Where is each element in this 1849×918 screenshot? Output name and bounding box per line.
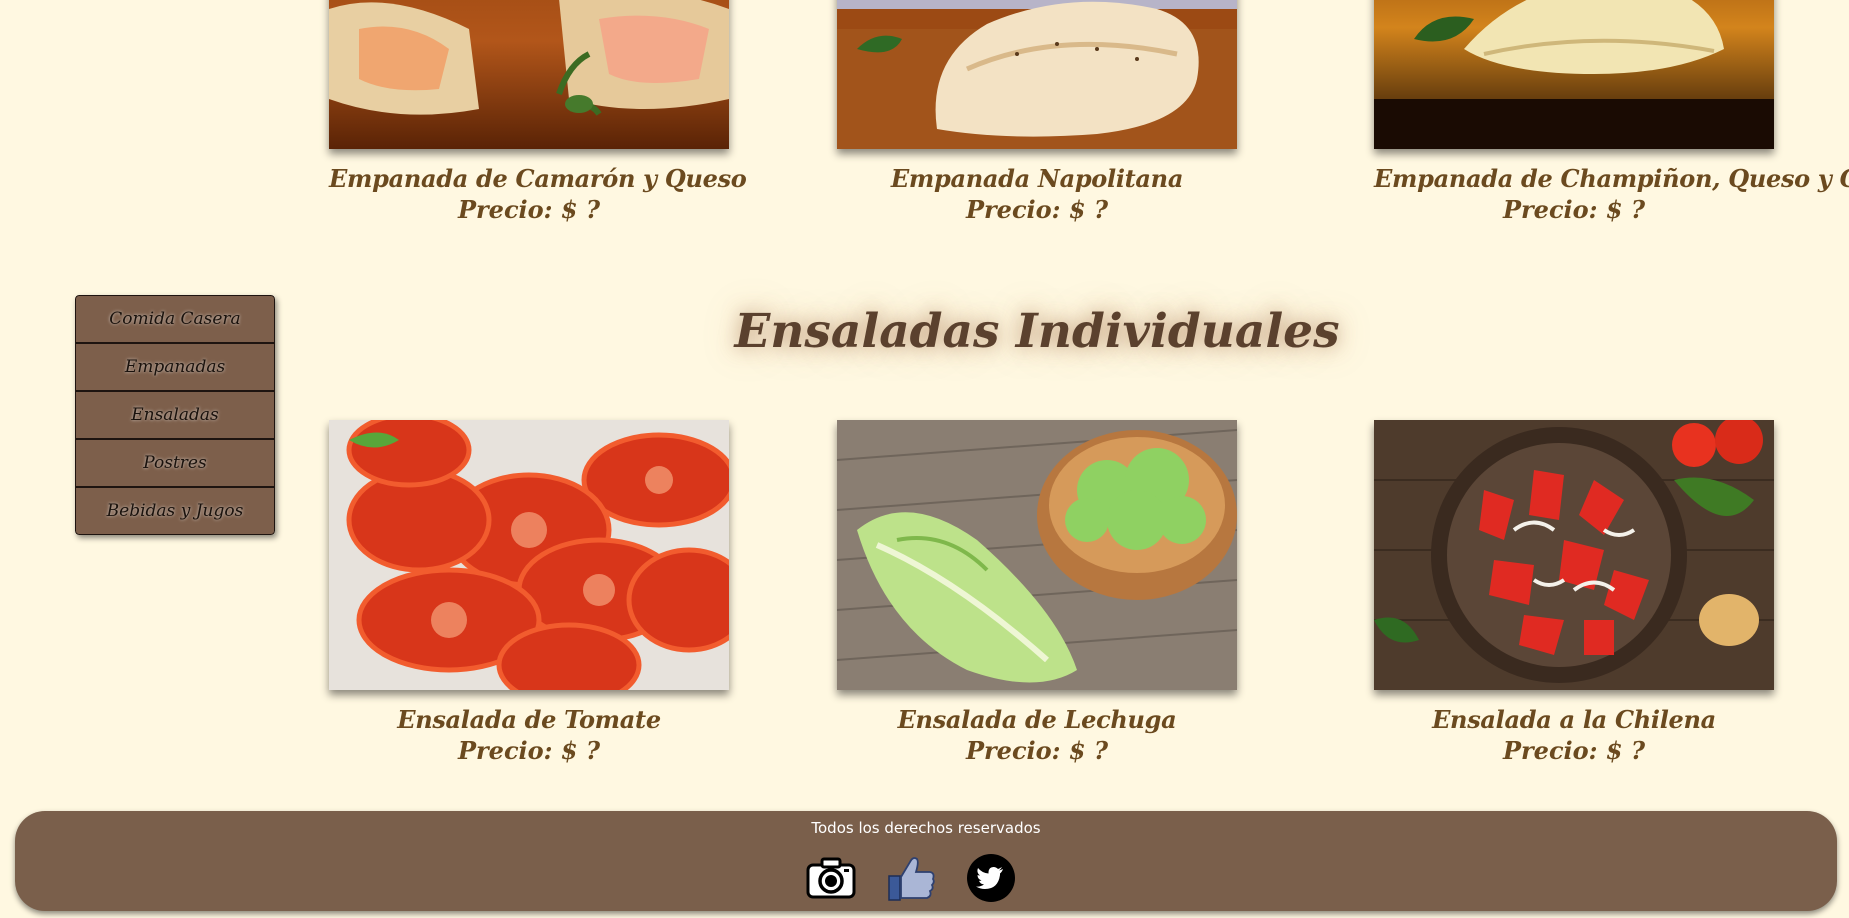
twitter-bird-icon[interactable] [966, 853, 1016, 903]
camera-icon[interactable] [806, 853, 856, 903]
product-card: Empanada de Champiñon, Queso y Choclo Pr… [1374, 0, 1849, 224]
product-card: Ensalada a la Chilena Precio: $ ? [1374, 420, 1774, 765]
empanada-camaron-photo [329, 0, 729, 149]
ensalada-lechuga-photo [837, 420, 1237, 690]
product-price: Precio: $ ? [1502, 195, 1646, 224]
product-price: Precio: $ ? [1502, 736, 1646, 765]
sidebar-item-ensaladas[interactable]: Ensaladas [75, 391, 275, 439]
product-name: Ensalada de Lechuga [897, 705, 1177, 734]
product-price: Precio: $ ? [965, 736, 1109, 765]
section-title: Ensaladas Individuales [0, 298, 1849, 365]
product-price: Precio: $ ? [457, 195, 601, 224]
page: Comida Casera Empanadas Ensaladas Postre… [0, 0, 1849, 918]
product-card: Ensalada de Lechuga Precio: $ ? [837, 420, 1237, 765]
social-links [15, 853, 1837, 903]
copyright-text: Todos los derechos reservados [811, 819, 1041, 837]
empanada-napolitana-photo [837, 0, 1237, 149]
footer: Todos los derechos reservados [15, 811, 1837, 911]
product-name: Empanada de Champiñon, Queso y Choclo [1374, 164, 1849, 193]
product-name: Ensalada de Tomate [397, 705, 661, 734]
thumbs-up-icon[interactable] [886, 853, 936, 903]
product-price: Precio: $ ? [457, 736, 601, 765]
sidebar-item-postres[interactable]: Postres [75, 439, 275, 487]
product-card: Ensalada de Tomate Precio: $ ? [329, 420, 729, 765]
product-name: Ensalada a la Chilena [1432, 705, 1716, 734]
product-price: Precio: $ ? [965, 195, 1109, 224]
section-title-text: Ensaladas Individuales [734, 304, 1340, 359]
product-card: Empanada de Camarón y Queso Precio: $ ? [329, 0, 747, 224]
product-name: Empanada Napolitana [890, 164, 1184, 193]
product-name: Empanada de Camarón y Queso [329, 164, 747, 193]
empanada-champinon-photo [1374, 0, 1774, 149]
sidebar-item-bebidas-y-jugos[interactable]: Bebidas y Jugos [75, 487, 275, 535]
ensalada-chilena-photo [1374, 420, 1774, 690]
product-card: Empanada Napolitana Precio: $ ? [837, 0, 1237, 224]
ensalada-tomate-photo [329, 420, 729, 690]
